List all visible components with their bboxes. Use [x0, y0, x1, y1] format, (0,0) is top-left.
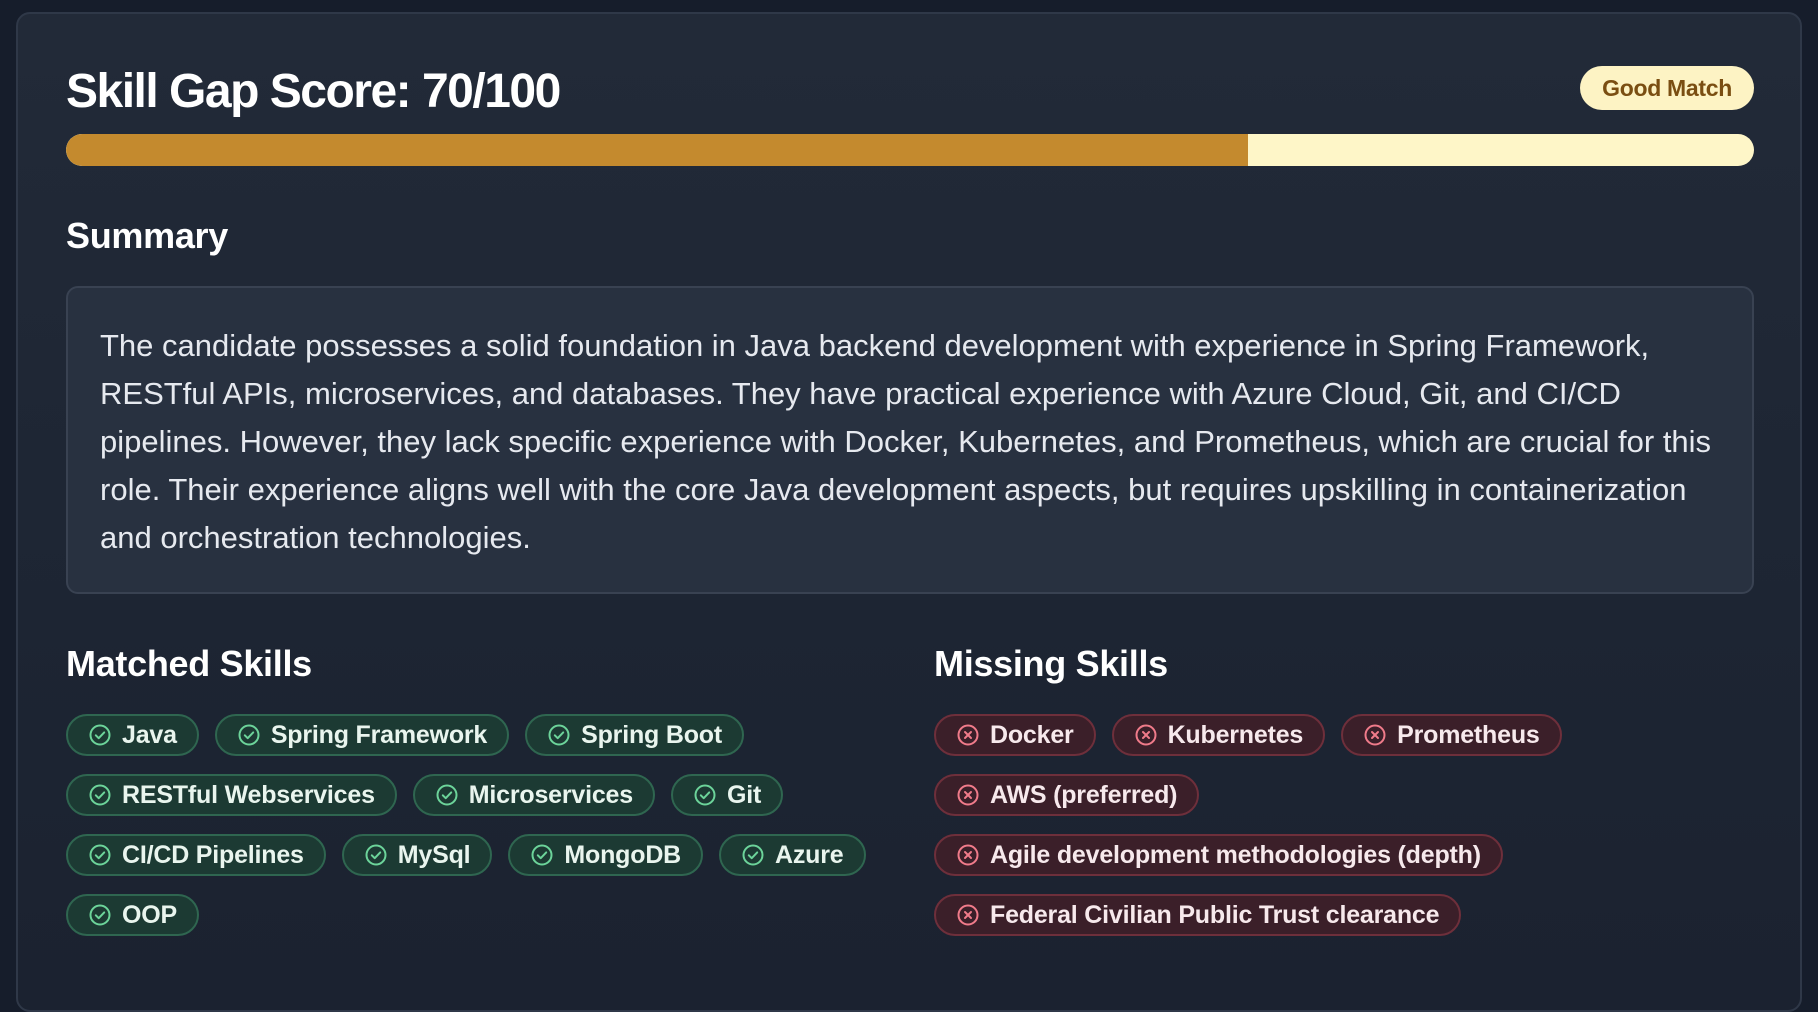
skill-label: CI/CD Pipelines [122, 840, 304, 869]
missing-skills-list: Docker Kubernetes Prometheus AWS (preferred… [934, 714, 1594, 936]
matched-skill-chip: Spring Boot [525, 714, 744, 756]
x-circle-icon [956, 783, 990, 807]
x-circle-icon [956, 903, 990, 927]
skill-label: Java [122, 720, 177, 749]
match-badge: Good Match [1580, 66, 1754, 110]
check-circle-icon [88, 843, 122, 867]
skill-label: AWS (preferred) [990, 780, 1178, 809]
score-header: Skill Gap Score: 70/100 Good Match [66, 62, 1754, 122]
matched-skill-chip: CI/CD Pipelines [66, 834, 326, 876]
skill-label: Git [726, 780, 762, 809]
check-circle-icon [88, 783, 122, 807]
skill-label: Spring Boot [581, 720, 722, 749]
skill-label: Spring Framework [270, 720, 488, 749]
matched-skill-chip: Microservices [412, 774, 655, 816]
missing-skill-chip: Federal Civilian Public Trust clearance [934, 894, 1462, 936]
skill-label: Kubernetes [1167, 720, 1304, 749]
check-circle-icon [693, 783, 727, 807]
matched-skill-chip: Spring Framework [214, 714, 510, 756]
missing-skill-chip: Kubernetes [1111, 714, 1326, 756]
x-circle-icon [956, 843, 990, 867]
matched-skill-chip: Java [66, 714, 199, 756]
check-circle-icon [741, 843, 775, 867]
skill-label: MySql [397, 840, 471, 869]
missing-skill-chip: Prometheus [1341, 714, 1562, 756]
matched-skill-chip: Azure [719, 834, 866, 876]
check-circle-icon [530, 843, 564, 867]
x-circle-icon [956, 723, 990, 747]
matched-skill-chip: OOP [66, 894, 199, 936]
x-circle-icon [1363, 723, 1397, 747]
skill-label: Microservices [468, 780, 633, 809]
summary-text: The candidate possesses a solid foundati… [100, 328, 1712, 555]
skill-gap-card: Skill Gap Score: 70/100 Good Match Summa… [16, 12, 1802, 1012]
check-circle-icon [364, 843, 398, 867]
score-title: Skill Gap Score: 70/100 [66, 65, 561, 118]
matched-skills-heading: Matched Skills [66, 643, 312, 684]
missing-skill-chip: Agile development methodologies (depth) [934, 834, 1503, 876]
skill-label: Federal Civilian Public Trust clearance [990, 900, 1440, 929]
matched-skill-chip: MySql [341, 834, 493, 876]
skill-label: MongoDB [564, 840, 682, 869]
summary-box: The candidate possesses a solid foundati… [66, 286, 1754, 594]
score-progress-fill [66, 134, 1248, 166]
x-circle-icon [1134, 723, 1168, 747]
score-progress-bar [66, 134, 1754, 166]
missing-skill-chip: AWS (preferred) [934, 774, 1200, 816]
check-circle-icon [88, 723, 122, 747]
skill-label: Prometheus [1397, 720, 1540, 749]
missing-skills-heading: Missing Skills [934, 643, 1168, 684]
skill-label: RESTful Webservices [122, 780, 375, 809]
matched-skill-chip: Git [670, 774, 784, 816]
check-circle-icon [88, 903, 122, 927]
missing-skill-chip: Docker [934, 714, 1096, 756]
skill-label: OOP [122, 900, 177, 929]
skill-label: Docker [990, 720, 1074, 749]
skill-label: Agile development methodologies (depth) [990, 840, 1481, 869]
skill-label: Azure [775, 840, 844, 869]
matched-skills-list: Java Spring Framework Spring Boot RESTful W… [66, 714, 926, 936]
matched-skill-chip: MongoDB [508, 834, 704, 876]
matched-skill-chip: RESTful Webservices [66, 774, 397, 816]
check-circle-icon [547, 723, 581, 747]
check-circle-icon [435, 783, 469, 807]
check-circle-icon [237, 723, 271, 747]
summary-heading: Summary [66, 215, 228, 256]
